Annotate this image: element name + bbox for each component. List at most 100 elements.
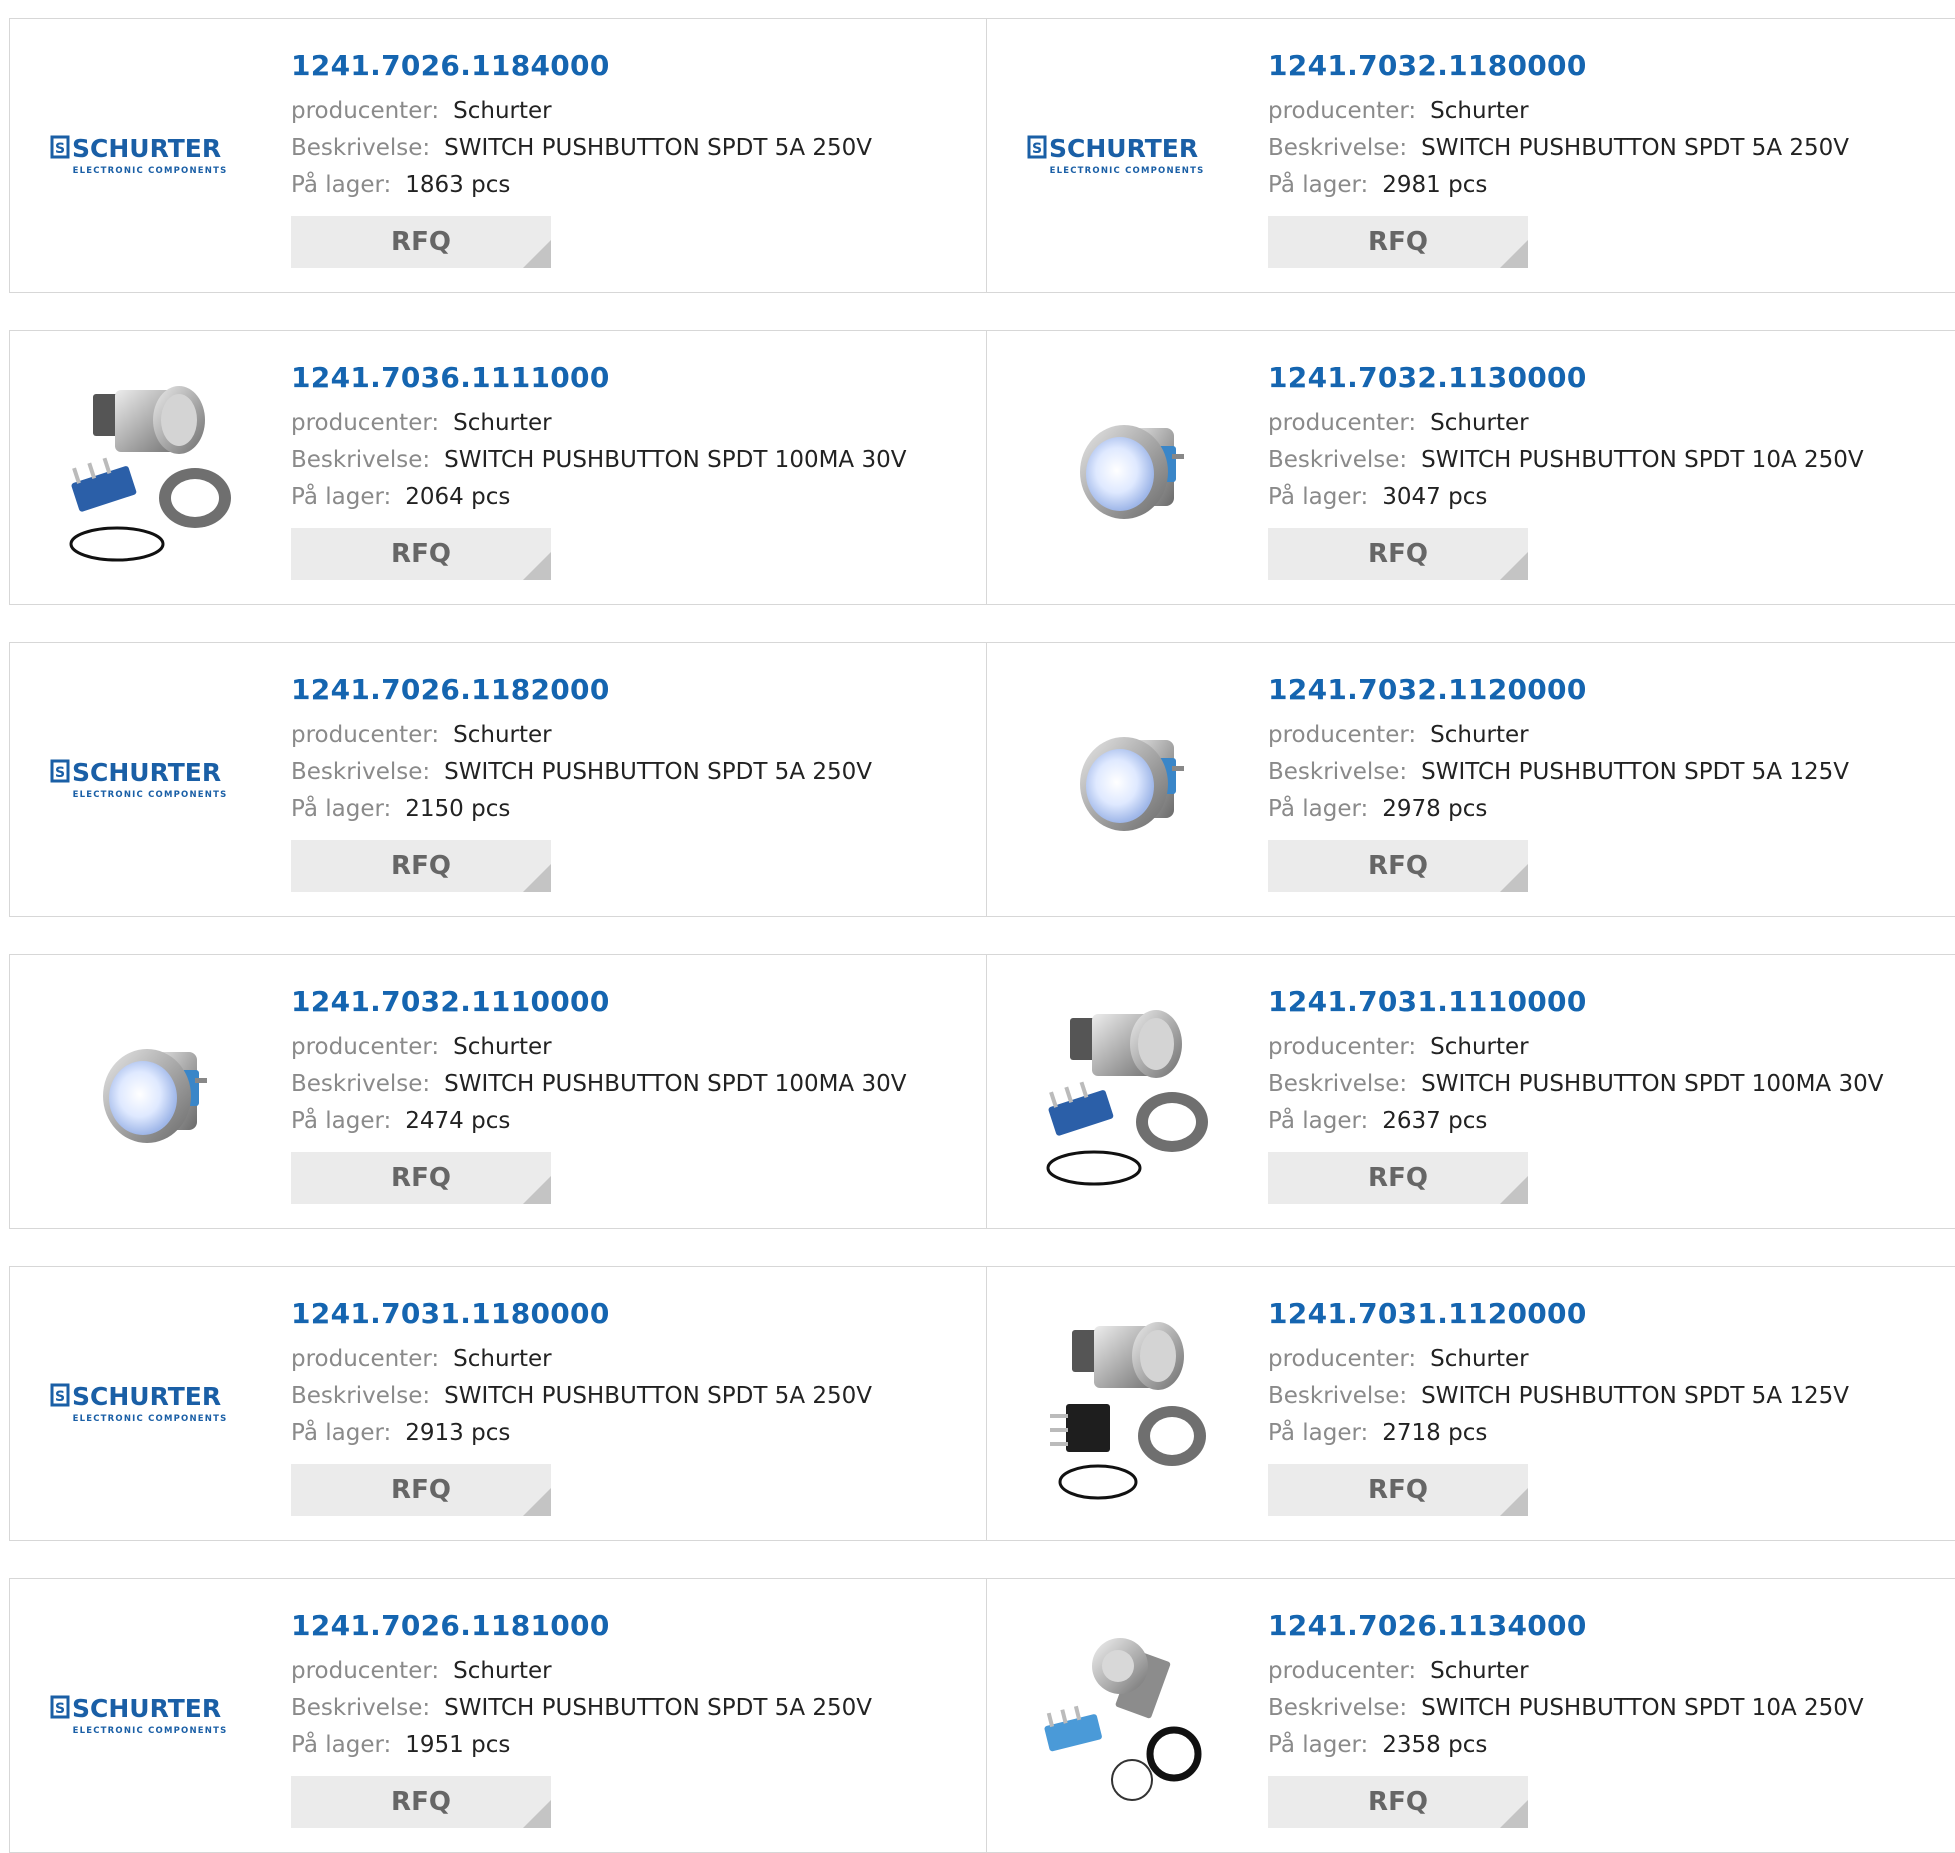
rfq-button[interactable]: RFQ xyxy=(291,840,551,892)
description-row: Beskrivelse: SWITCH PUSHBUTTON SPDT 100MA… xyxy=(291,442,976,479)
stock-row: På lager: 2150 pcs xyxy=(291,791,976,828)
product-image[interactable] xyxy=(1027,1307,1227,1507)
description-value: SWITCH PUSHBUTTON SPDT 5A 125V xyxy=(1421,759,1849,785)
description-label: Beskrivelse: xyxy=(291,1071,431,1097)
part-number-link[interactable]: 1241.7036.1111000 xyxy=(291,361,610,395)
description-row: Beskrivelse: SWITCH PUSHBUTTON SPDT 100MA… xyxy=(1268,1066,1953,1103)
manufacturer-label: producenter: xyxy=(1268,1034,1417,1060)
stock-row: På lager: 2637 pcs xyxy=(1268,1103,1953,1140)
product-image[interactable]: S SCHURTER ELECTRONIC COMPONENTS xyxy=(50,1307,250,1507)
rfq-label: RFQ xyxy=(391,1163,451,1193)
part-number-link[interactable]: 1241.7026.1181000 xyxy=(291,1609,610,1643)
product-card: S SCHURTER ELECTRONIC COMPONENTS 1241.7026… xyxy=(9,1578,987,1853)
part-number-link[interactable]: 1241.7032.1120000 xyxy=(1268,673,1587,707)
stock-value: 1863 pcs xyxy=(405,172,511,198)
logo-text: SCHURTER xyxy=(72,134,221,163)
rfq-button[interactable]: RFQ xyxy=(1268,840,1528,892)
rfq-button[interactable]: RFQ xyxy=(1268,216,1528,268)
product-image[interactable] xyxy=(1027,683,1227,883)
part-number-link[interactable]: 1241.7026.1134000 xyxy=(1268,1609,1587,1643)
rfq-button[interactable]: RFQ xyxy=(291,216,551,268)
product-image[interactable]: S SCHURTER ELECTRONIC COMPONENTS xyxy=(1027,59,1227,259)
product-image[interactable] xyxy=(1027,995,1227,1195)
product-image[interactable] xyxy=(1027,1619,1227,1819)
description-label: Beskrivelse: xyxy=(291,1695,431,1721)
product-info: 1241.7031.1110000 producenter: Schurter B… xyxy=(1268,985,1953,1204)
rfq-label: RFQ xyxy=(1368,1787,1428,1817)
logo-text: SCHURTER xyxy=(1049,134,1198,163)
manufacturer-value: Schurter xyxy=(1430,410,1529,436)
svg-text:S: S xyxy=(55,141,65,157)
corner-triangle-icon xyxy=(523,552,551,580)
stock-label: På lager: xyxy=(291,796,392,822)
product-image[interactable]: S SCHURTER ELECTRONIC COMPONENTS xyxy=(50,59,250,259)
stock-row: På lager: 2718 pcs xyxy=(1268,1415,1953,1452)
rfq-label: RFQ xyxy=(391,851,451,881)
manufacturer-row: producenter: Schurter xyxy=(1268,93,1953,130)
product-card: S SCHURTER ELECTRONIC COMPONENTS 1241.7026… xyxy=(9,642,987,917)
corner-triangle-icon xyxy=(523,1488,551,1516)
part-number-link[interactable]: 1241.7031.1180000 xyxy=(291,1297,610,1331)
manufacturer-row: producenter: Schurter xyxy=(291,1341,976,1378)
rfq-button[interactable]: RFQ xyxy=(291,1152,551,1204)
product-image[interactable]: S SCHURTER ELECTRONIC COMPONENTS xyxy=(50,1619,250,1819)
manufacturer-value: Schurter xyxy=(453,722,552,748)
rfq-label: RFQ xyxy=(391,227,451,257)
logo-text: SCHURTER xyxy=(72,758,221,787)
manufacturer-value: Schurter xyxy=(453,98,552,124)
logo-subtext: ELECTRONIC COMPONENTS xyxy=(1050,166,1205,176)
rfq-button[interactable]: RFQ xyxy=(291,1776,551,1828)
description-label: Beskrivelse: xyxy=(1268,1383,1408,1409)
corner-triangle-icon xyxy=(523,240,551,268)
product-image[interactable] xyxy=(1027,371,1227,571)
rfq-button[interactable]: RFQ xyxy=(1268,528,1528,580)
manufacturer-value: Schurter xyxy=(1430,1034,1529,1060)
rfq-button[interactable]: RFQ xyxy=(291,1464,551,1516)
part-number-link[interactable]: 1241.7032.1130000 xyxy=(1268,361,1587,395)
part-number-link[interactable]: 1241.7032.1180000 xyxy=(1268,49,1587,83)
logo-subtext: ELECTRONIC COMPONENTS xyxy=(73,790,228,800)
stock-label: På lager: xyxy=(1268,1108,1369,1134)
product-card: 1241.7032.1110000 producenter: Schurter B… xyxy=(9,954,987,1229)
product-card: 1241.7031.1120000 producenter: Schurter B… xyxy=(986,1266,1955,1541)
rfq-button[interactable]: RFQ xyxy=(1268,1152,1528,1204)
schurter-logo-icon: S SCHURTER ELECTRONIC COMPONENTS xyxy=(50,134,226,176)
manufacturer-row: producenter: Schurter xyxy=(291,717,976,754)
description-row: Beskrivelse: SWITCH PUSHBUTTON SPDT 5A 12… xyxy=(1268,754,1953,791)
description-row: Beskrivelse: SWITCH PUSHBUTTON SPDT 5A 25… xyxy=(291,1690,976,1727)
product-image[interactable] xyxy=(50,995,250,1195)
manufacturer-row: producenter: Schurter xyxy=(1268,1341,1953,1378)
part-number-link[interactable]: 1241.7026.1182000 xyxy=(291,673,610,707)
product-image[interactable] xyxy=(50,371,250,571)
part-number-link[interactable]: 1241.7031.1110000 xyxy=(1268,985,1587,1019)
manufacturer-row: producenter: Schurter xyxy=(291,93,976,130)
logo-subtext: ELECTRONIC COMPONENTS xyxy=(73,1726,228,1736)
corner-triangle-icon xyxy=(523,1176,551,1204)
rfq-button[interactable]: RFQ xyxy=(1268,1464,1528,1516)
rfq-button[interactable]: RFQ xyxy=(291,528,551,580)
stock-value: 2913 pcs xyxy=(405,1420,511,1446)
manufacturer-label: producenter: xyxy=(1268,1346,1417,1372)
corner-triangle-icon xyxy=(523,1800,551,1828)
stock-row: På lager: 2978 pcs xyxy=(1268,791,1953,828)
product-image[interactable]: S SCHURTER ELECTRONIC COMPONENTS xyxy=(50,683,250,883)
stock-label: På lager: xyxy=(1268,1420,1369,1446)
stock-value: 2150 pcs xyxy=(405,796,511,822)
logo-text: SCHURTER xyxy=(72,1694,221,1723)
stock-row: På lager: 2358 pcs xyxy=(1268,1727,1953,1764)
description-row: Beskrivelse: SWITCH PUSHBUTTON SPDT 5A 25… xyxy=(1268,130,1953,167)
product-card: S SCHURTER ELECTRONIC COMPONENTS 1241.7031… xyxy=(9,1266,987,1541)
description-row: Beskrivelse: SWITCH PUSHBUTTON SPDT 5A 25… xyxy=(291,1378,976,1415)
rfq-button[interactable]: RFQ xyxy=(1268,1776,1528,1828)
part-number-link[interactable]: 1241.7031.1120000 xyxy=(1268,1297,1587,1331)
corner-triangle-icon xyxy=(1500,1800,1528,1828)
stock-row: På lager: 2474 pcs xyxy=(291,1103,976,1140)
svg-text:S: S xyxy=(55,1389,65,1405)
illuminated-pushbutton-icon xyxy=(103,1049,207,1143)
description-value: SWITCH PUSHBUTTON SPDT 100MA 30V xyxy=(444,1071,907,1097)
manufacturer-row: producenter: Schurter xyxy=(291,405,976,442)
description-label: Beskrivelse: xyxy=(291,447,431,473)
part-number-link[interactable]: 1241.7032.1110000 xyxy=(291,985,610,1019)
part-number-link[interactable]: 1241.7026.1184000 xyxy=(291,49,610,83)
product-card: 1241.7032.1130000 producenter: Schurter B… xyxy=(986,330,1955,605)
